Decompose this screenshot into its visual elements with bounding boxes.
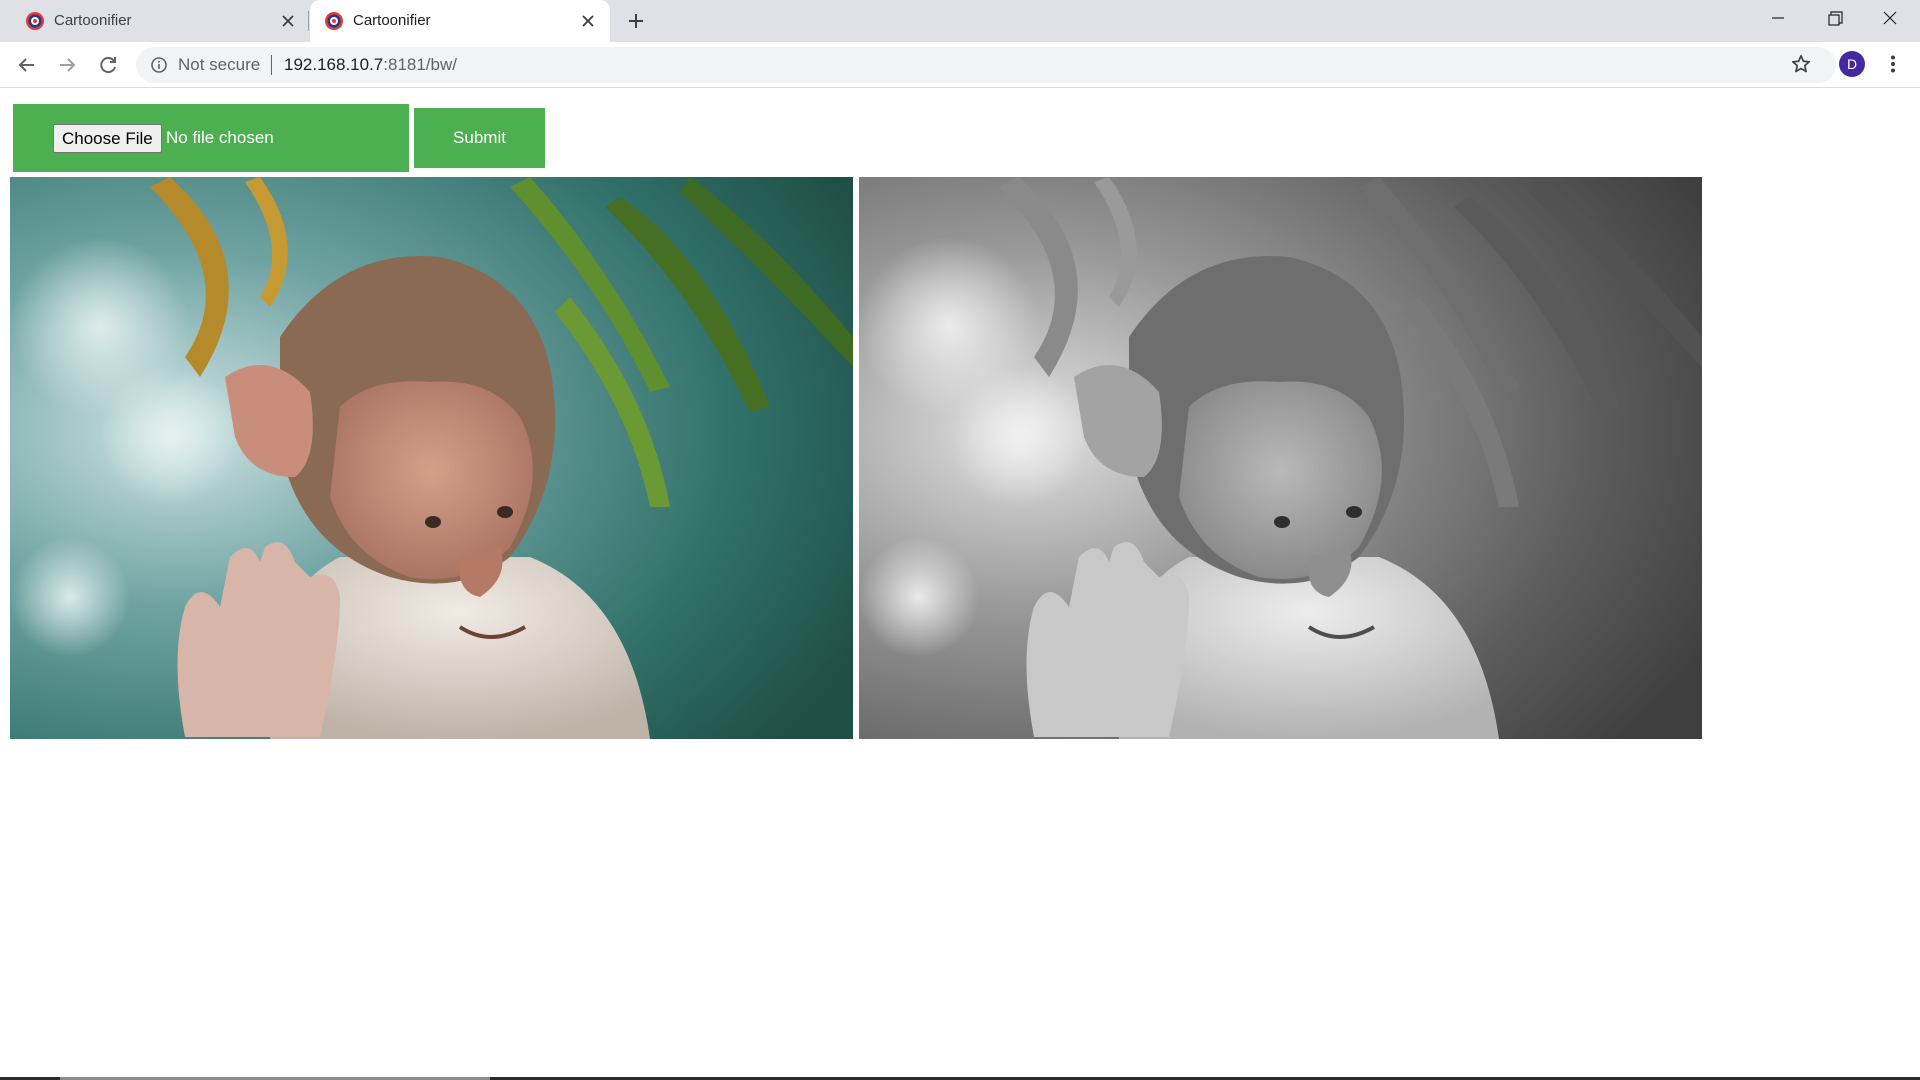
reload-icon[interactable] <box>94 51 122 79</box>
profile-avatar[interactable]: D <box>1839 51 1865 77</box>
grayscale-image <box>859 177 1702 739</box>
tab-cartoonifier-1[interactable]: Cartoonifier <box>0 0 310 42</box>
minimize-window-icon[interactable] <box>1750 0 1806 40</box>
tab-separator <box>308 11 309 31</box>
tab-strip: Cartoonifier Cartoonifier <box>0 0 1920 42</box>
tab-title: Cartoonifier <box>353 12 431 29</box>
address-bar[interactable]: Not secure 192.168.10.7:8181/bw/ <box>136 47 1836 83</box>
new-tab-icon[interactable] <box>624 9 648 33</box>
file-status-text: No file chosen <box>166 128 274 147</box>
url-path: :8181/bw/ <box>383 55 457 74</box>
monkey-photo-grayscale <box>859 177 1702 739</box>
bookmark-star-icon[interactable] <box>1790 53 1812 75</box>
close-tab-icon[interactable] <box>278 11 298 31</box>
choose-file-button[interactable]: Choose File <box>53 124 162 153</box>
tab-cartoonifier-2[interactable]: Cartoonifier <box>310 0 610 42</box>
forward-arrow-icon[interactable] <box>53 51 81 79</box>
site-favicon-icon <box>325 12 343 30</box>
monkey-photo-color <box>10 177 853 739</box>
submit-button[interactable]: Submit <box>414 108 545 168</box>
original-image <box>10 177 853 739</box>
security-status[interactable]: Not secure <box>178 55 260 75</box>
back-arrow-icon[interactable] <box>13 51 41 79</box>
restore-window-icon[interactable] <box>1806 0 1862 40</box>
upload-form: Choose File No file chosen <box>13 104 409 172</box>
tab-title: Cartoonifier <box>54 12 132 29</box>
browser-toolbar: Not secure 192.168.10.7:8181/bw/ <box>0 42 1920 88</box>
url-text[interactable]: 192.168.10.7:8181/bw/ <box>284 55 457 75</box>
avatar-initial: D <box>1846 56 1858 72</box>
info-icon[interactable] <box>150 56 168 74</box>
url-host: 192.168.10.7 <box>284 55 384 74</box>
address-divider <box>271 55 272 75</box>
site-favicon-icon <box>26 12 44 30</box>
close-window-icon[interactable] <box>1862 0 1918 40</box>
more-menu-icon[interactable] <box>1882 53 1904 75</box>
close-tab-icon[interactable] <box>578 11 598 31</box>
